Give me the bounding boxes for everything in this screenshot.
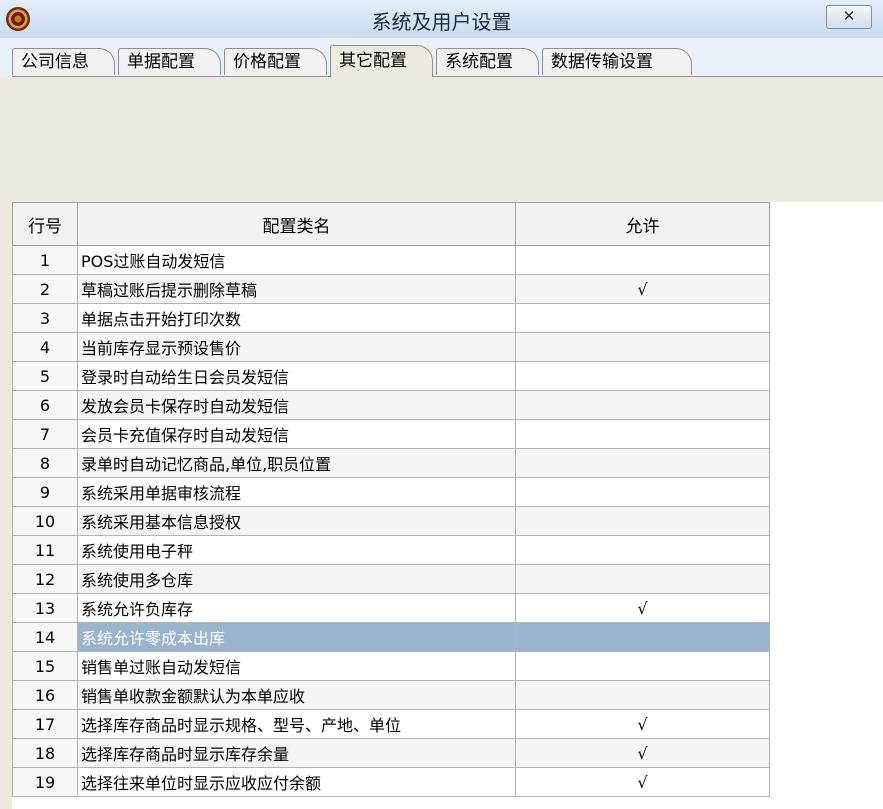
tab-price-config[interactable]: 价格配置 [224,48,327,75]
table-row[interactable]: 11 系统使用电子秤 [12,535,770,565]
config-name-cell[interactable]: 系统使用多仓库 [77,564,516,594]
allowed-checkbox-cell[interactable] [515,477,770,507]
allowed-checkbox-cell[interactable] [515,622,770,652]
row-number: 11 [12,535,78,565]
table-row[interactable]: 5 登录时自动给生日会员发短信 [12,361,770,391]
row-number: 17 [12,709,78,739]
config-name-cell[interactable]: 系统使用电子秤 [77,535,516,565]
allowed-checkbox-cell[interactable] [515,651,770,681]
config-name-cell[interactable]: 登录时自动给生日会员发短信 [77,361,516,391]
row-number: 10 [12,506,78,536]
column-header-row-number[interactable]: 行号 [12,202,78,246]
config-name-cell[interactable]: 系统采用基本信息授权 [77,506,516,536]
table-row[interactable]: 18 选择库存商品时显示库存余量 √ [12,738,770,768]
table-row[interactable]: 3 单据点击开始打印次数 [12,303,770,333]
row-number: 1 [12,245,78,275]
row-number: 15 [12,651,78,681]
table-row[interactable]: 9 系统采用单据审核流程 [12,477,770,507]
tab-data-transfer[interactable]: 数据传输设置 [542,48,692,75]
allowed-checkbox-cell[interactable] [515,361,770,391]
table-row[interactable]: 6 发放会员卡保存时自动发短信 [12,390,770,420]
row-number: 13 [12,593,78,623]
config-grid-area: 行号 配置类名 允许 1 POS过账自动发短信 2 草稿过账后提示删除草稿 √ 3 单据… [12,202,883,809]
table-row[interactable]: 17 选择库存商品时显示规格、型号、产地、单位 √ [12,709,770,739]
table-row[interactable]: 19 选择往来单位时显示应收应付余额 √ [12,767,770,797]
config-name-cell[interactable]: 选择库存商品时显示库存余量 [77,738,516,768]
allowed-checkbox-cell[interactable]: √ [515,709,770,739]
config-name-cell[interactable]: 发放会员卡保存时自动发短信 [77,390,516,420]
config-name-cell[interactable]: 当前库存显示预设售价 [77,332,516,362]
tab-document-config[interactable]: 单据配置 [118,48,221,75]
allowed-checkbox-cell[interactable]: √ [515,274,770,304]
row-number: 14 [12,622,78,652]
allowed-checkbox-cell[interactable] [515,332,770,362]
settings-window: 系统及用户设置 ✕ 公司信息 单据配置 价格配置 其它配置 系统配置 数据传输设… [0,0,883,809]
row-number: 8 [12,448,78,478]
row-number: 2 [12,274,78,304]
row-number: 12 [12,564,78,594]
tab-company-info[interactable]: 公司信息 [12,48,115,75]
allowed-checkbox-cell[interactable] [515,419,770,449]
allowed-checkbox-cell[interactable] [515,506,770,536]
tab-system-config[interactable]: 系统配置 [436,48,539,75]
config-name-cell[interactable]: 系统允许负库存 [77,593,516,623]
config-name-cell[interactable]: 草稿过账后提示删除草稿 [77,274,516,304]
row-number: 4 [12,332,78,362]
row-number: 9 [12,477,78,507]
config-table: 行号 配置类名 允许 1 POS过账自动发短信 2 草稿过账后提示删除草稿 √ 3 单据… [12,202,770,797]
row-number: 19 [12,767,78,797]
table-row[interactable]: 16 销售单收款金额默认为本单应收 [12,680,770,710]
allowed-checkbox-cell[interactable] [515,448,770,478]
allowed-checkbox-cell[interactable]: √ [515,738,770,768]
table-row[interactable]: 13 系统允许负库存 √ [12,593,770,623]
row-number: 7 [12,419,78,449]
allowed-checkbox-cell[interactable] [515,564,770,594]
allowed-checkbox-cell[interactable] [515,535,770,565]
allowed-checkbox-cell[interactable] [515,390,770,420]
table-row[interactable]: 2 草稿过账后提示删除草稿 √ [12,274,770,304]
row-number: 6 [12,390,78,420]
allowed-checkbox-cell[interactable] [515,680,770,710]
tab-panel [12,76,883,203]
row-number: 18 [12,738,78,768]
title-bar: 系统及用户设置 ✕ [0,0,883,39]
allowed-checkbox-cell[interactable]: √ [515,593,770,623]
table-row[interactable]: 12 系统使用多仓库 [12,564,770,594]
tab-other-config[interactable]: 其它配置 [330,45,433,77]
config-name-cell[interactable]: 销售单过账自动发短信 [77,651,516,681]
allowed-checkbox-cell[interactable]: √ [515,767,770,797]
row-number: 3 [12,303,78,333]
config-name-cell[interactable]: 会员卡充值保存时自动发短信 [77,419,516,449]
row-number: 5 [12,361,78,391]
column-header-config-name[interactable]: 配置类名 [77,202,516,246]
window-title: 系统及用户设置 [371,10,512,34]
table-header-row: 行号 配置类名 允许 [12,202,770,246]
table-row[interactable]: 1 POS过账自动发短信 [12,245,770,275]
config-name-cell[interactable]: POS过账自动发短信 [77,245,516,275]
config-name-cell[interactable]: 系统允许零成本出库 [77,622,516,652]
config-name-cell[interactable]: 录单时自动记忆商品,单位,职员位置 [77,448,516,478]
close-button[interactable]: ✕ [826,5,872,29]
table-row[interactable]: 7 会员卡充值保存时自动发短信 [12,419,770,449]
allowed-checkbox-cell[interactable] [515,303,770,333]
column-header-allowed[interactable]: 允许 [515,202,770,246]
table-row[interactable]: 8 录单时自动记忆商品,单位,职员位置 [12,448,770,478]
table-row[interactable]: 15 销售单过账自动发短信 [12,651,770,681]
allowed-checkbox-cell[interactable] [515,245,770,275]
row-number: 16 [12,680,78,710]
config-name-cell[interactable]: 系统采用单据审核流程 [77,477,516,507]
config-name-cell[interactable]: 选择库存商品时显示规格、型号、产地、单位 [77,709,516,739]
table-row[interactable]: 4 当前库存显示预设售价 [12,332,770,362]
config-name-cell[interactable]: 销售单收款金额默认为本单应收 [77,680,516,710]
table-row[interactable]: 10 系统采用基本信息授权 [12,506,770,536]
table-row-selected[interactable]: 14 系统允许零成本出库 [12,622,770,652]
config-name-cell[interactable]: 单据点击开始打印次数 [77,303,516,333]
config-name-cell[interactable]: 选择往来单位时显示应收应付余额 [77,767,516,797]
